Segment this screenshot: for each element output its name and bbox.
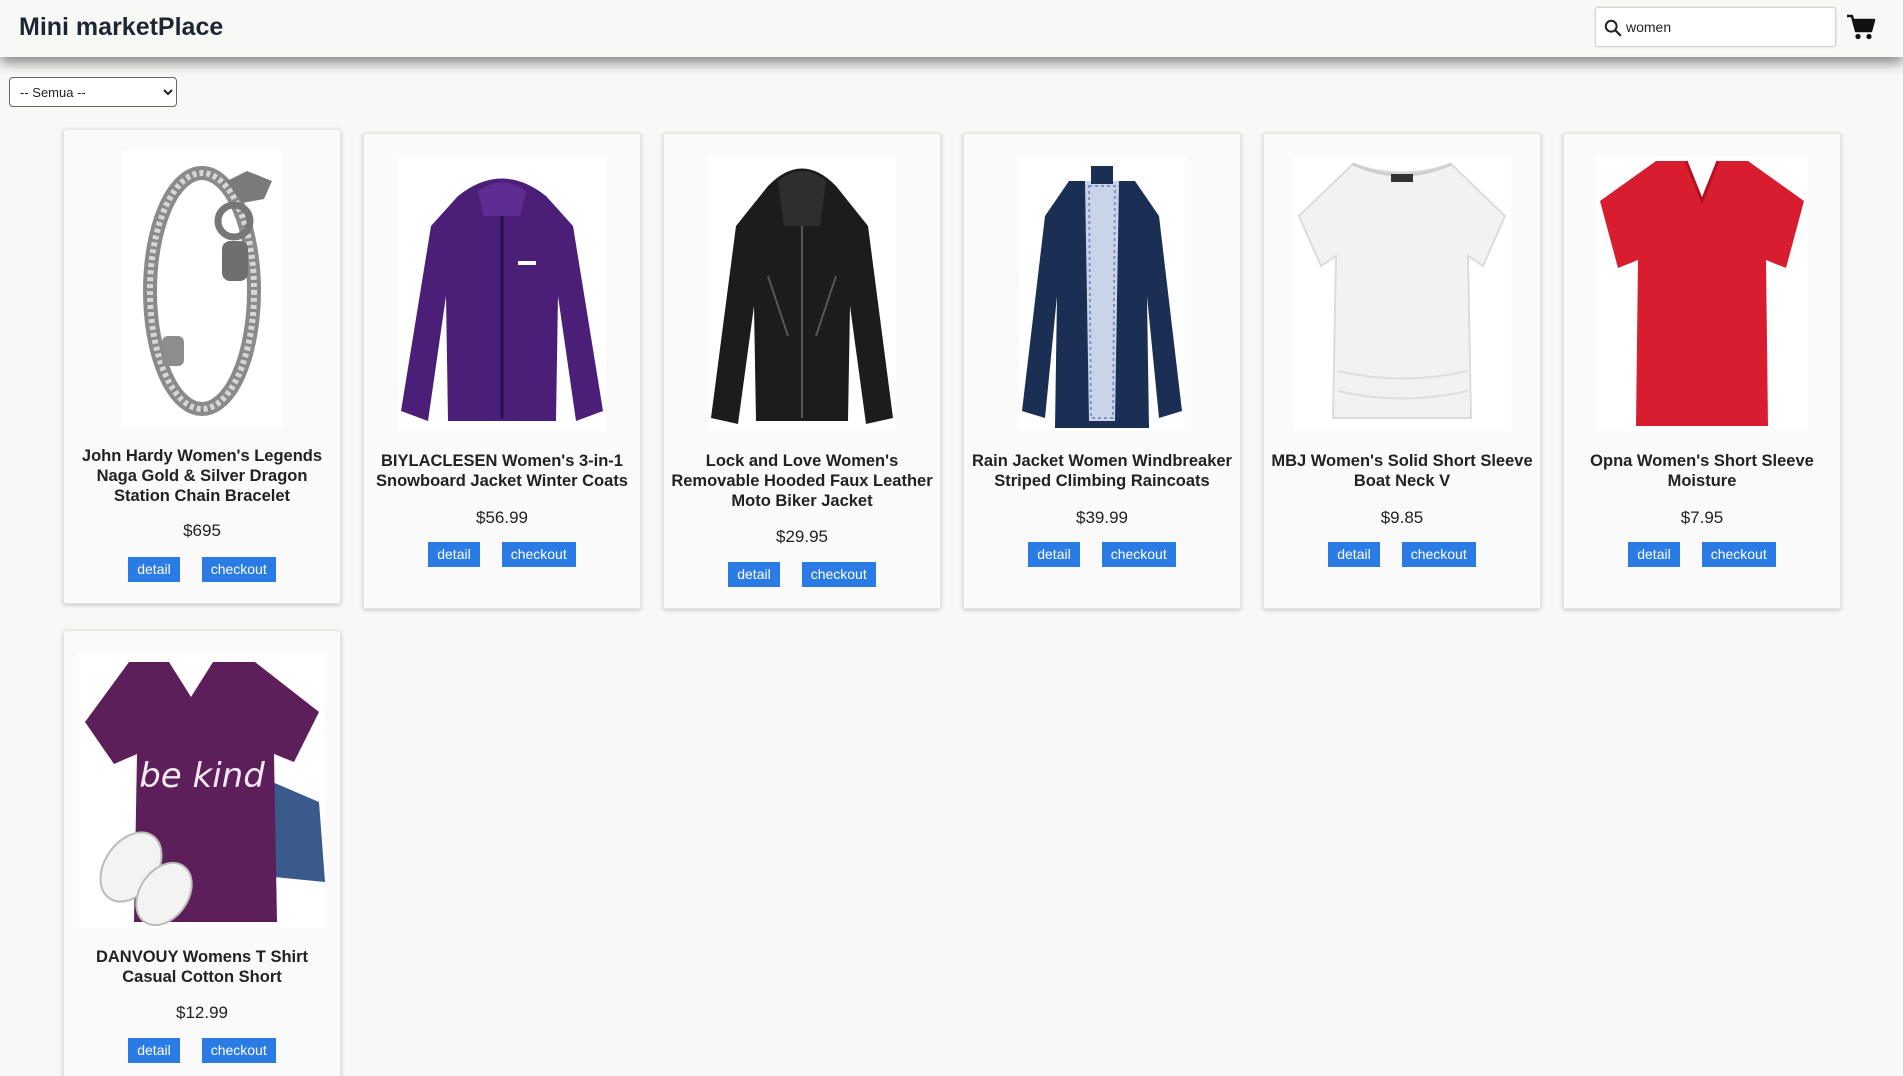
product-image[interactable] [708,156,896,431]
product-title[interactable]: Rain Jacket Women Windbreaker Striped Cl… [968,451,1236,491]
detail-button[interactable]: detail [1328,542,1380,567]
product-card: be kind DANVOUY Womens T Shirt Casual Co… [63,630,341,1076]
detail-button[interactable]: detail [128,1038,180,1063]
search-box[interactable] [1595,7,1836,47]
product-card: John Hardy Women's Legends Naga Gold & S… [63,129,341,604]
detail-button[interactable]: detail [728,562,780,587]
product-price: $39.99 [1076,508,1128,527]
product-card: BIYLACLESEN Women's 3-in-1 Snowboard Jac… [363,133,641,609]
checkout-button[interactable]: checkout [501,542,576,567]
product-title[interactable]: MBJ Women's Solid Short Sleeve Boat Neck… [1268,451,1536,491]
brand-title[interactable]: Mini marketPlace [19,13,223,42]
product-image[interactable] [122,151,282,426]
detail-button[interactable]: detail [128,557,180,582]
product-image[interactable]: be kind [79,652,325,928]
product-price: $29.95 [776,527,828,546]
product-price: $9.85 [1380,508,1424,527]
product-price: $56.99 [476,508,528,527]
product-card: Lock and Love Women's Removable Hooded F… [663,133,941,609]
product-title[interactable]: DANVOUY Womens T Shirt Casual Cotton Sho… [68,947,336,987]
product-price: $12.99 [176,1003,228,1022]
checkout-button[interactable]: checkout [201,557,276,582]
search-icon [1604,19,1622,37]
detail-button[interactable]: detail [1028,542,1080,567]
checkout-button[interactable]: checkout [1101,542,1176,567]
checkout-button[interactable]: checkout [1701,542,1776,567]
shopping-cart-icon[interactable] [1846,13,1876,41]
be-kind-print: be kind [139,756,265,796]
product-image[interactable] [1596,156,1808,431]
checkout-button[interactable]: checkout [201,1038,276,1063]
product-card: MBJ Women's Solid Short Sleeve Boat Neck… [1263,133,1541,609]
detail-button[interactable]: detail [1628,542,1680,567]
product-card: Rain Jacket Women Windbreaker Striped Cl… [963,133,1241,609]
search-input[interactable] [1626,14,1826,40]
category-filter-select[interactable]: -- Semua -- [9,77,177,107]
product-price: $695 [183,521,221,540]
checkout-button[interactable]: checkout [801,562,876,587]
product-title[interactable]: John Hardy Women's Legends Naga Gold & S… [68,446,336,506]
product-card: Opna Women's Short Sleeve Moisture $7.95… [1563,133,1841,609]
product-title[interactable]: Lock and Love Women's Removable Hooded F… [668,451,936,511]
product-price: $7.95 [1680,508,1724,527]
product-image[interactable] [1019,156,1185,431]
product-image[interactable] [1293,156,1511,431]
product-image[interactable] [398,156,606,431]
product-title[interactable]: Opna Women's Short Sleeve Moisture [1568,451,1836,491]
detail-button[interactable]: detail [428,542,480,567]
product-title[interactable]: BIYLACLESEN Women's 3-in-1 Snowboard Jac… [368,451,636,491]
top-navbar: Mini marketPlace [0,0,1903,57]
checkout-button[interactable]: checkout [1401,542,1476,567]
